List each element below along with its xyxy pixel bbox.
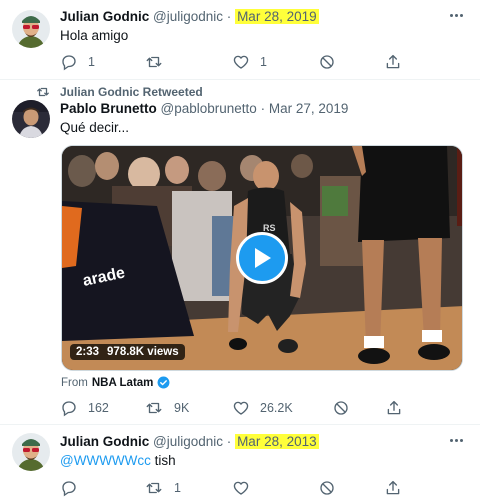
more-icon[interactable]: [450, 14, 464, 18]
avatar[interactable]: [12, 100, 50, 138]
reply-count: 162: [88, 401, 109, 415]
reply-icon: [62, 481, 76, 497]
tweet-header: Pablo Brunetto @pablobrunetto · Mar 27, …: [60, 100, 440, 118]
like-button[interactable]: 1: [232, 52, 267, 72]
like-icon: [233, 481, 249, 495]
author-name[interactable]: Pablo Brunetto: [60, 101, 157, 116]
share-button[interactable]: [385, 398, 403, 418]
play-button[interactable]: [236, 232, 288, 284]
reply-button[interactable]: 1: [60, 52, 95, 72]
like-count: 1: [260, 55, 267, 69]
video-info: 2:33 978.8K views: [70, 344, 185, 360]
from-label: From: [61, 376, 88, 389]
tweet-text-rest: tish: [150, 453, 176, 468]
like-button[interactable]: [232, 478, 260, 498]
video-views: 978.8K views: [107, 346, 179, 358]
share-button[interactable]: [384, 478, 402, 498]
more-icon[interactable]: [450, 439, 464, 443]
retweet-button[interactable]: 9K: [144, 398, 189, 418]
tweet-actions: 1 1: [60, 52, 440, 72]
block-icon: [320, 481, 334, 495]
video-source: From NBA Latam: [61, 376, 170, 389]
tweet-date[interactable]: Mar 28, 2013: [235, 434, 319, 449]
reply-count: 1: [88, 55, 95, 69]
tweet-header: Julian Godnic @juligodnic · Mar 28, 2013: [60, 433, 440, 451]
share-button[interactable]: [384, 52, 402, 72]
tweet-header: Julian Godnic @juligodnic · Mar 28, 2019: [60, 8, 440, 26]
retweeted-by[interactable]: Julian Godnic Retweeted: [60, 85, 203, 99]
author-name[interactable]: Julian Godnic: [60, 434, 149, 449]
like-icon: [233, 401, 249, 415]
retweet-button[interactable]: [144, 52, 174, 72]
block-button[interactable]: [318, 52, 336, 72]
share-icon: [386, 480, 400, 495]
like-button[interactable]: 26.2K: [232, 398, 293, 418]
retweet-count: 1: [174, 481, 181, 495]
block-icon: [334, 401, 348, 415]
retweet-context: Julian Godnic Retweeted: [36, 84, 203, 100]
tweet-3[interactable]: Julian Godnic @juligodnic · Mar 28, 2013…: [0, 424, 480, 500]
author-handle[interactable]: @pablobrunetto: [161, 101, 257, 116]
video-player[interactable]: arade RS 2:33 978.8K views: [61, 145, 463, 371]
separator: ·: [226, 434, 232, 449]
author-handle[interactable]: @juligodnic: [153, 9, 223, 24]
share-icon: [387, 400, 401, 415]
tweet-date[interactable]: Mar 28, 2019: [235, 9, 319, 24]
author-name[interactable]: Julian Godnic: [60, 9, 149, 24]
tweet-text: Hola amigo: [60, 28, 129, 43]
block-button[interactable]: [332, 398, 350, 418]
tweet-text: @WWWWWcc tish: [60, 452, 176, 470]
retweet-icon: [37, 87, 49, 97]
avatar[interactable]: [12, 10, 50, 48]
retweet-icon: [146, 482, 162, 494]
retweet-icon: [146, 402, 162, 414]
share-icon: [386, 54, 400, 69]
author-handle[interactable]: @juligodnic: [153, 434, 223, 449]
tweet-actions: 162 9K 26.2K: [60, 398, 440, 418]
retweet-icon: [146, 56, 162, 68]
retweet-button[interactable]: 1: [144, 478, 181, 498]
source-account[interactable]: NBA Latam: [92, 377, 154, 389]
mention-link[interactable]: @WWWWWcc: [60, 453, 151, 468]
reply-icon: [62, 401, 76, 417]
reply-button[interactable]: [60, 478, 88, 498]
block-icon: [320, 55, 334, 69]
tweet-2[interactable]: Julian Godnic Retweeted Pablo Brunetto @…: [0, 79, 480, 424]
tweet-text: Qué decir...: [60, 120, 130, 135]
tweet-1[interactable]: Julian Godnic @juligodnic · Mar 28, 2019…: [0, 0, 480, 79]
retweet-count: 9K: [174, 401, 190, 415]
verified-icon: [157, 376, 170, 389]
video-duration: 2:33: [76, 346, 100, 358]
like-count: 26.2K: [260, 401, 293, 415]
avatar[interactable]: [12, 433, 50, 471]
separator: ·: [260, 101, 266, 116]
like-icon: [233, 55, 249, 69]
reply-icon: [62, 55, 76, 71]
reply-button[interactable]: 162: [60, 398, 109, 418]
block-button[interactable]: [318, 478, 336, 498]
tweet-date[interactable]: Mar 27, 2019: [269, 101, 349, 116]
separator: ·: [226, 9, 232, 24]
play-icon: [255, 248, 271, 268]
tweet-actions: 1: [60, 478, 440, 498]
